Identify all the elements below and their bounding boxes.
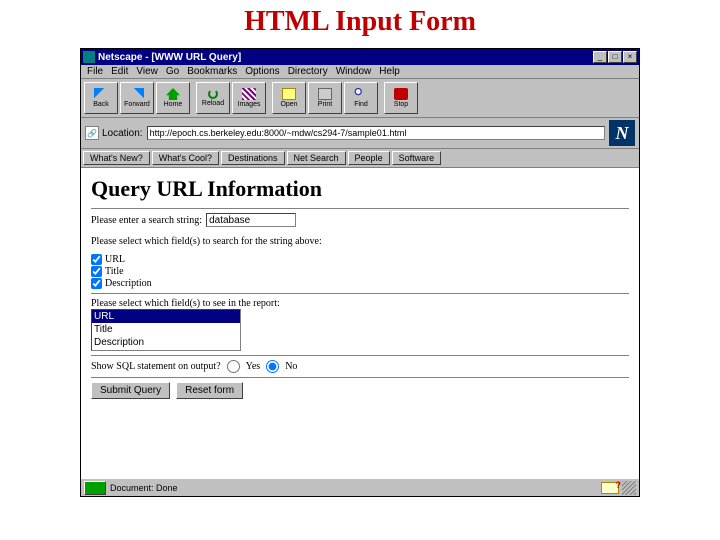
divider [91, 377, 629, 378]
images-label: Images [238, 101, 261, 108]
location-label: Location: [102, 128, 143, 139]
menu-bookmarks[interactable]: Bookmarks [187, 66, 237, 77]
back-label: Back [93, 101, 109, 108]
dir-software[interactable]: Software [392, 151, 442, 165]
list-item-title[interactable]: Title [92, 323, 240, 336]
fields-prompt: Please select which field(s) to search f… [91, 236, 629, 247]
images-icon [242, 88, 256, 100]
cb-title-label: Title [105, 266, 124, 277]
menu-window[interactable]: Window [336, 66, 372, 77]
minimize-button[interactable]: _ [593, 51, 607, 63]
netscape-logo: N [609, 120, 635, 146]
cb-url-label: URL [105, 254, 125, 265]
menu-edit[interactable]: Edit [111, 66, 128, 77]
search-input[interactable] [206, 213, 296, 227]
report-listbox[interactable]: URL Title Description [91, 309, 241, 351]
cb-url[interactable] [91, 254, 102, 265]
reload-label: Reload [202, 100, 224, 107]
browser-window: Netscape - [WWW URL Query] _ □ × File Ed… [80, 48, 640, 497]
find-button[interactable]: Find [344, 82, 378, 114]
dir-people[interactable]: People [348, 151, 390, 165]
print-label: Print [318, 101, 332, 108]
reload-icon [208, 89, 218, 99]
titlebar: Netscape - [WWW URL Query] _ □ × [81, 49, 639, 65]
submit-button[interactable]: Submit Query [91, 382, 170, 399]
dir-destinations[interactable]: Destinations [221, 151, 285, 165]
page-heading: Query URL Information [91, 176, 629, 202]
report-prompt: Please select which field(s) to see in t… [91, 298, 629, 309]
open-icon [282, 88, 296, 100]
menu-help[interactable]: Help [379, 66, 400, 77]
stop-label: Stop [394, 101, 408, 108]
list-item-description[interactable]: Description [92, 336, 240, 349]
status-icon [84, 481, 106, 495]
home-icon [166, 88, 180, 100]
list-item-url[interactable]: URL [92, 310, 240, 323]
sql-prompt: Show SQL statement on output? [91, 361, 221, 372]
divider [91, 293, 629, 294]
cb-description[interactable] [91, 278, 102, 289]
forward-label: Forward [124, 101, 150, 108]
menu-go[interactable]: Go [166, 66, 179, 77]
close-button[interactable]: × [623, 51, 637, 63]
print-icon [318, 88, 332, 100]
menubar: File Edit View Go Bookmarks Options Dire… [81, 65, 639, 79]
divider [91, 208, 629, 209]
directory-bar: What's New? What's Cool? Destinations Ne… [81, 149, 639, 168]
open-label: Open [280, 101, 297, 108]
mail-icon[interactable] [601, 482, 619, 494]
location-icon[interactable]: 🔗 [85, 126, 99, 140]
maximize-button[interactable]: □ [608, 51, 622, 63]
menu-file[interactable]: File [87, 66, 103, 77]
app-icon [83, 51, 95, 63]
status-bar: Document: Done [81, 478, 639, 496]
window-title: Netscape - [WWW URL Query] [98, 52, 592, 63]
resize-grip[interactable] [622, 481, 636, 495]
radio-no[interactable] [266, 360, 279, 373]
dir-whats-new[interactable]: What's New? [83, 151, 150, 165]
back-button[interactable]: Back [84, 82, 118, 114]
radio-no-label: No [285, 361, 297, 372]
home-label: Home [164, 101, 183, 108]
location-input[interactable] [147, 126, 605, 140]
divider [91, 355, 629, 356]
radio-yes[interactable] [227, 360, 240, 373]
radio-yes-label: Yes [246, 361, 261, 372]
dir-whats-cool[interactable]: What's Cool? [152, 151, 219, 165]
stop-button[interactable]: Stop [384, 82, 418, 114]
page-content: Query URL Information Please enter a sea… [81, 168, 639, 478]
images-button[interactable]: Images [232, 82, 266, 114]
menu-view[interactable]: View [136, 66, 158, 77]
menu-options[interactable]: Options [245, 66, 279, 77]
menu-directory[interactable]: Directory [288, 66, 328, 77]
dir-net-search[interactable]: Net Search [287, 151, 346, 165]
forward-button[interactable]: Forward [120, 82, 154, 114]
find-label: Find [354, 101, 368, 108]
location-bar: 🔗 Location: N [81, 118, 639, 149]
open-button[interactable]: Open [272, 82, 306, 114]
toolbar: Back Forward Home Reload Images Open Pri… [81, 79, 639, 118]
status-text: Document: Done [110, 483, 601, 493]
stop-icon [394, 88, 408, 100]
forward-icon [130, 88, 144, 100]
cb-description-label: Description [105, 278, 152, 289]
find-icon [354, 88, 368, 100]
cb-title[interactable] [91, 266, 102, 277]
reload-button[interactable]: Reload [196, 82, 230, 114]
print-button[interactable]: Print [308, 82, 342, 114]
back-icon [94, 88, 108, 100]
slide-title: HTML Input Form [0, 0, 720, 48]
reset-button[interactable]: Reset form [176, 382, 243, 399]
search-prompt: Please enter a search string: [91, 215, 202, 226]
home-button[interactable]: Home [156, 82, 190, 114]
